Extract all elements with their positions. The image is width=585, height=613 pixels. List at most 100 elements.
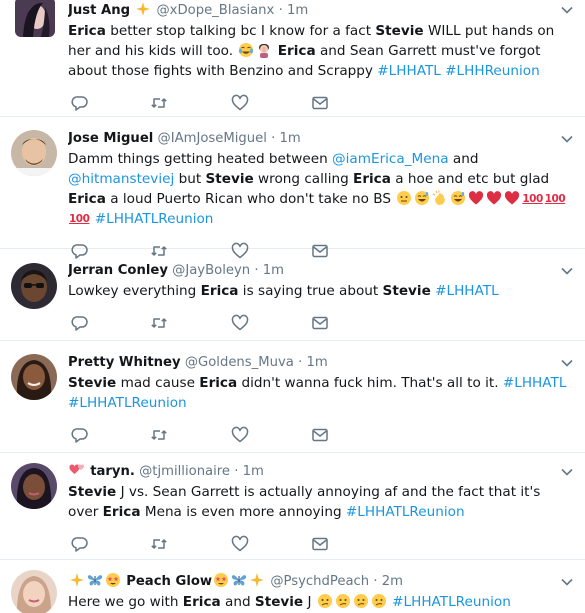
handle[interactable]: @JayBoleyn (172, 263, 250, 278)
avatar[interactable] (15, 0, 55, 37)
handle[interactable]: @xDope_Blasianx (156, 3, 274, 18)
star-eyes-emoji (105, 572, 121, 588)
chevron-down-icon[interactable] (559, 131, 575, 147)
heart-icon[interactable] (231, 314, 249, 332)
timestamp[interactable]: 1m (243, 464, 264, 479)
tweet[interactable]: Pretty Whitney @Goldens_Muva · 1m Stevie… (0, 341, 585, 453)
red-heart-emoji (504, 190, 520, 206)
heart-icon[interactable] (231, 535, 249, 553)
keyword-highlight: Stevie (68, 375, 117, 391)
timestamp[interactable]: 1m (287, 3, 308, 18)
avatar[interactable] (11, 354, 57, 400)
avatar[interactable] (11, 570, 57, 613)
sparkles-emoji (135, 1, 151, 17)
separator-dot: · (234, 464, 239, 479)
text-span: J (303, 594, 316, 610)
chevron-down-icon[interactable] (559, 2, 575, 18)
tweet-header: Pretty Whitney @Goldens_Muva · 1m (68, 352, 585, 373)
hashtag-link[interactable]: #LHHATLReunion (346, 504, 465, 520)
hashtag-link[interactable]: #LHHATLReunion (95, 211, 214, 227)
tears-of-joy-emoji (238, 42, 254, 58)
heart-icon[interactable] (231, 426, 249, 444)
timestamp[interactable]: 1m (280, 131, 301, 146)
hashtag-link[interactable]: #LHHATL (377, 63, 441, 79)
envelope-icon[interactable] (311, 314, 329, 332)
envelope-icon[interactable] (311, 94, 329, 112)
text-span: Mena is even more annoying (140, 504, 346, 520)
handle[interactable]: @PsychdPeach (270, 574, 369, 589)
tweet[interactable]: Jerran Conley @JayBoleyn · 1m Lowkey eve… (0, 249, 585, 341)
text-span: a hoe and etc but glad (390, 171, 550, 187)
reply-icon[interactable] (71, 535, 89, 553)
clap-emoji (432, 190, 448, 206)
keyword-highlight: Erica (277, 43, 316, 59)
envelope-icon[interactable] (311, 426, 329, 444)
red-heart-emoji (486, 190, 502, 206)
hashtag-link[interactable]: #LHHATLReunion (68, 395, 187, 411)
heart-icon[interactable] (231, 94, 249, 112)
retweet-icon[interactable] (150, 535, 168, 553)
two-hearts-emoji (69, 462, 85, 478)
display-name[interactable]: Peach Glow (126, 574, 212, 589)
display-name[interactable]: taryn. (90, 464, 135, 479)
red-heart-emoji (468, 190, 484, 206)
keyword-highlight: Erica (182, 594, 221, 610)
text-span: Lowkey everything (68, 283, 201, 299)
mention-link[interactable]: @iamErica_Mena (332, 151, 449, 167)
keyword-highlight: Erica (68, 191, 106, 207)
text-span: Damm things getting heated between (68, 151, 333, 167)
grin-sweat-emoji (450, 190, 466, 206)
tweet[interactable]: taryn. @tjmillionaire · 1m Stevie J vs. … (0, 453, 585, 560)
retweet-icon[interactable] (150, 94, 168, 112)
display-name[interactable]: Just Ang (68, 3, 130, 18)
chevron-down-icon[interactable] (559, 263, 575, 279)
tweet-feed: Just Ang @xDope_Blasianx · 1m Erica bett… (0, 0, 585, 613)
tweet-header: Just Ang @xDope_Blasianx · 1m (68, 0, 585, 21)
butterfly-emoji (231, 572, 247, 588)
avatar[interactable] (11, 463, 57, 509)
tweet-text: Erica better stop talking bc I know for … (68, 21, 585, 81)
chevron-down-icon[interactable] (559, 574, 575, 590)
tweet-header: Jerran Conley @JayBoleyn · 1m (68, 260, 585, 281)
handle[interactable]: @IAmJoseMiguel (158, 131, 267, 146)
tweet-header: Jose Miguel @IAmJoseMiguel · 1m (68, 128, 585, 149)
hundred-emoji: 100 (69, 213, 90, 225)
tweet-text: Stevie mad cause Erica didn't wanna fuck… (68, 373, 585, 413)
hashtag-link[interactable]: #LHHATL (435, 283, 499, 299)
confused-emoji (335, 593, 351, 609)
reply-icon[interactable] (71, 94, 89, 112)
handle[interactable]: @Goldens_Muva (185, 355, 294, 370)
avatar[interactable] (11, 263, 57, 309)
tweet[interactable]: Just Ang @xDope_Blasianx · 1m Erica bett… (0, 0, 585, 117)
timestamp[interactable]: 2m (382, 574, 403, 589)
display-name[interactable]: Pretty Whitney (68, 355, 181, 370)
retweet-icon[interactable] (150, 426, 168, 444)
confused-emoji (353, 593, 369, 609)
hashtag-link[interactable]: #LHHATL (503, 375, 567, 391)
display-name[interactable]: Jerran Conley (68, 263, 168, 278)
tweet-text: Stevie J vs. Sean Garrett is actually an… (68, 482, 585, 522)
hashtag-link[interactable]: #LHHATLReunion (392, 594, 511, 610)
facepalm-emoji (256, 42, 272, 58)
tweet[interactable]: Peach Glow @PsychdPeach · 2m Here we go … (0, 560, 585, 613)
keyword-highlight: Erica (102, 504, 141, 520)
face-emoji (396, 190, 412, 206)
tweet-header: Peach Glow @PsychdPeach · 2m (68, 571, 585, 592)
display-name[interactable]: Jose Miguel (68, 131, 153, 146)
text-span: mad cause (116, 375, 200, 391)
retweet-icon[interactable] (150, 314, 168, 332)
chevron-down-icon[interactable] (559, 355, 575, 371)
reply-icon[interactable] (71, 426, 89, 444)
timestamp[interactable]: 1m (263, 263, 284, 278)
grin-sweat-emoji (414, 190, 430, 206)
handle[interactable]: @tjmillionaire (139, 464, 230, 479)
timestamp[interactable]: 1m (307, 355, 328, 370)
reply-icon[interactable] (71, 314, 89, 332)
envelope-icon[interactable] (311, 535, 329, 553)
confused-emoji (371, 593, 387, 609)
mention-link[interactable]: @hitmansteviej (68, 171, 174, 187)
hashtag-link[interactable]: #LHHReunion (445, 63, 540, 79)
tweet[interactable]: Jose Miguel @IAmJoseMiguel · 1m Damm thi… (0, 117, 585, 259)
avatar[interactable] (11, 130, 57, 176)
chevron-down-icon[interactable] (559, 464, 575, 480)
